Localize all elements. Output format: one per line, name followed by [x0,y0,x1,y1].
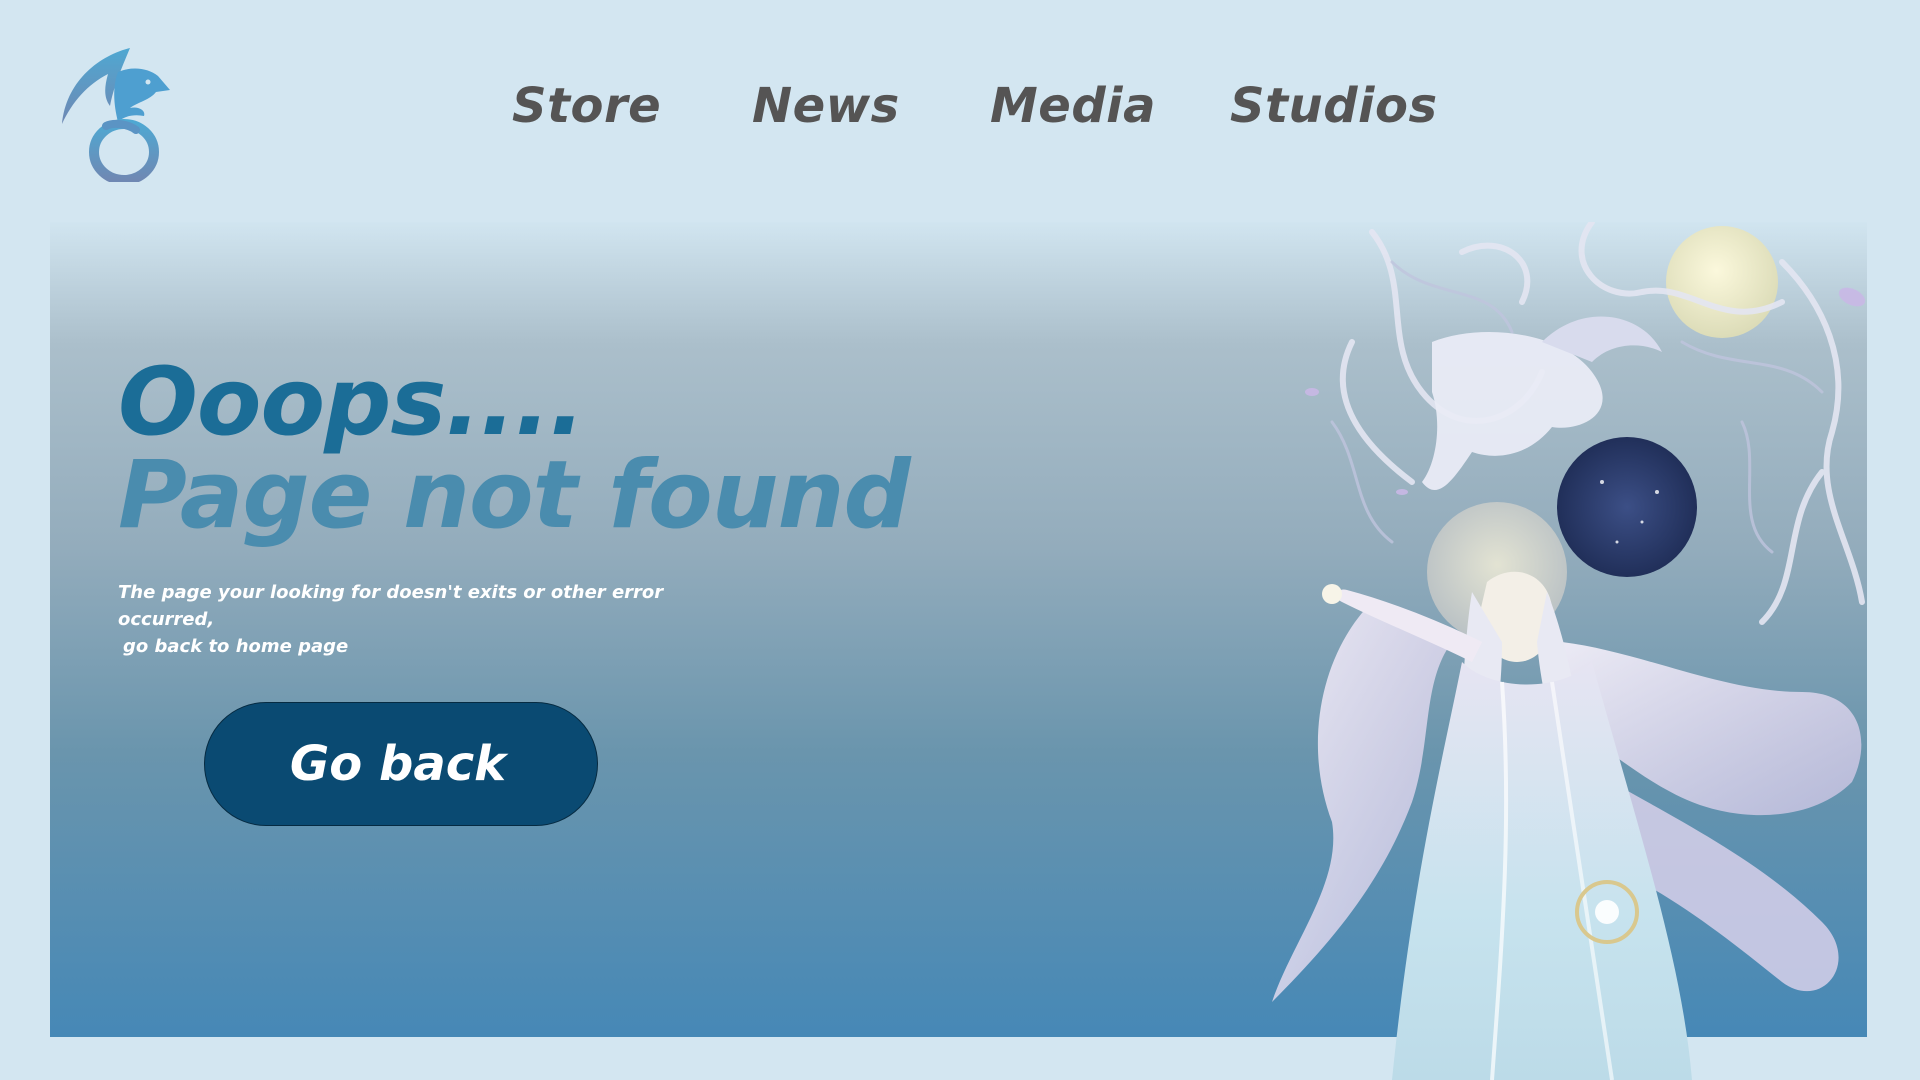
fantasy-character-illustration [1272,222,1866,1080]
error-message-block: Ooops.... Page not found The page your l… [118,348,1018,660]
nav-news-link[interactable]: News [752,78,900,134]
error-description-line-1: The page your looking for doesn't exits … [118,582,664,630]
error-description-line-2: go back to home page [123,636,349,657]
error-headline: Ooops.... [118,348,585,457]
nav-store-link[interactable]: Store [512,78,661,134]
go-back-button[interactable]: Go back [204,702,598,826]
nav-media-link[interactable]: Media [990,78,1156,134]
error-description: The page your looking for doesn't exits … [118,579,738,660]
main-nav: Store News Media Studios [0,78,1920,138]
nav-studios-link[interactable]: Studios [1230,78,1438,134]
error-page: Store News Media Studios Ooops.... Page … [0,0,1920,1080]
error-subhead: Page not found [118,441,911,550]
